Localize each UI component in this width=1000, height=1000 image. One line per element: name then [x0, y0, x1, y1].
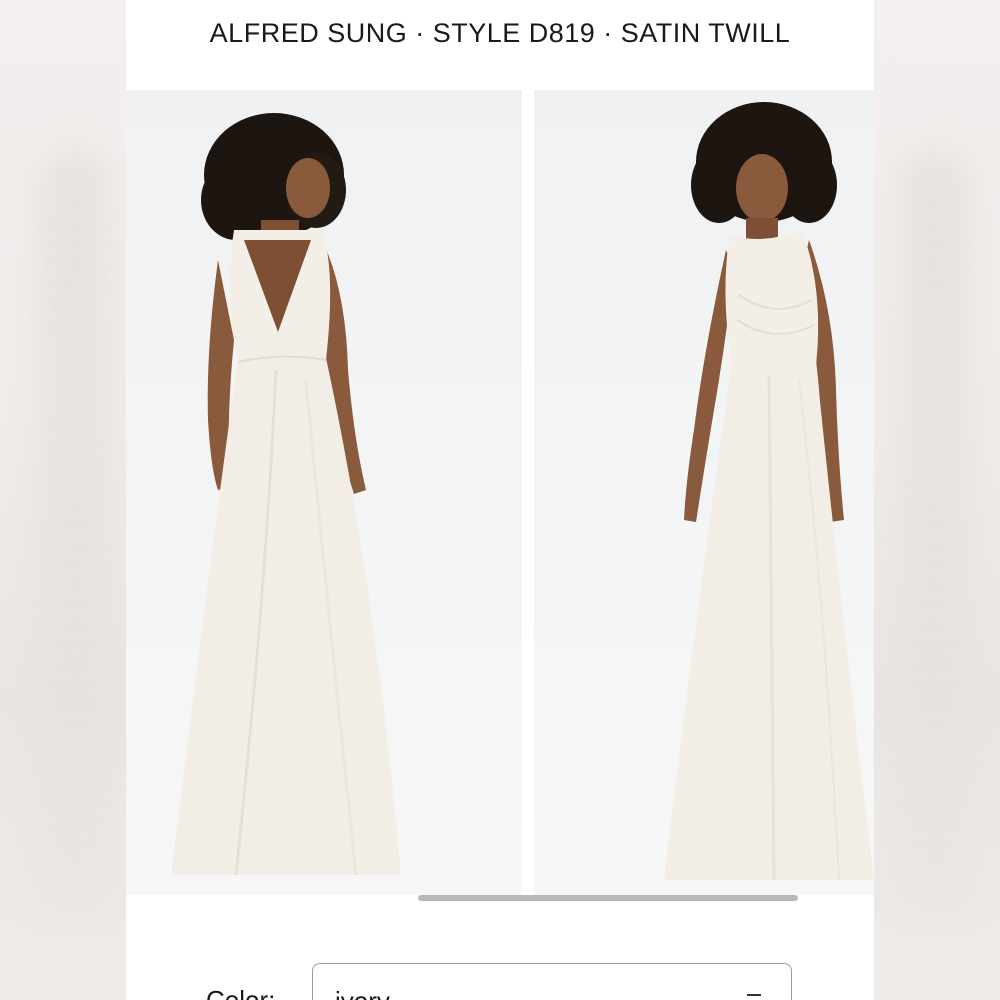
gallery-scrollbar-thumb[interactable]: [418, 895, 798, 901]
gallery-scrollbar[interactable]: [418, 895, 798, 901]
color-label: Color:: [206, 985, 276, 1000]
product-card: ALFRED SUNG · STYLE D819 · SATIN TWILL C…: [126, 0, 874, 1000]
product-image-front[interactable]: [534, 90, 874, 895]
product-title: ALFRED SUNG · STYLE D819 · SATIN TWILL: [209, 18, 791, 48]
left-blurred-backdrop: [0, 0, 126, 1000]
product-page: ALFRED SUNG · STYLE D819 · SATIN TWILL C…: [0, 0, 1000, 1000]
color-select-value: ivory: [335, 986, 390, 1000]
back-view-illustration: [171, 113, 401, 876]
color-select[interactable]: ivory: [312, 963, 792, 1000]
front-view-illustration: [664, 102, 874, 881]
chevron-down-icon: [747, 994, 761, 996]
product-image-back[interactable]: [126, 90, 522, 895]
right-blurred-backdrop: [874, 0, 1000, 1000]
